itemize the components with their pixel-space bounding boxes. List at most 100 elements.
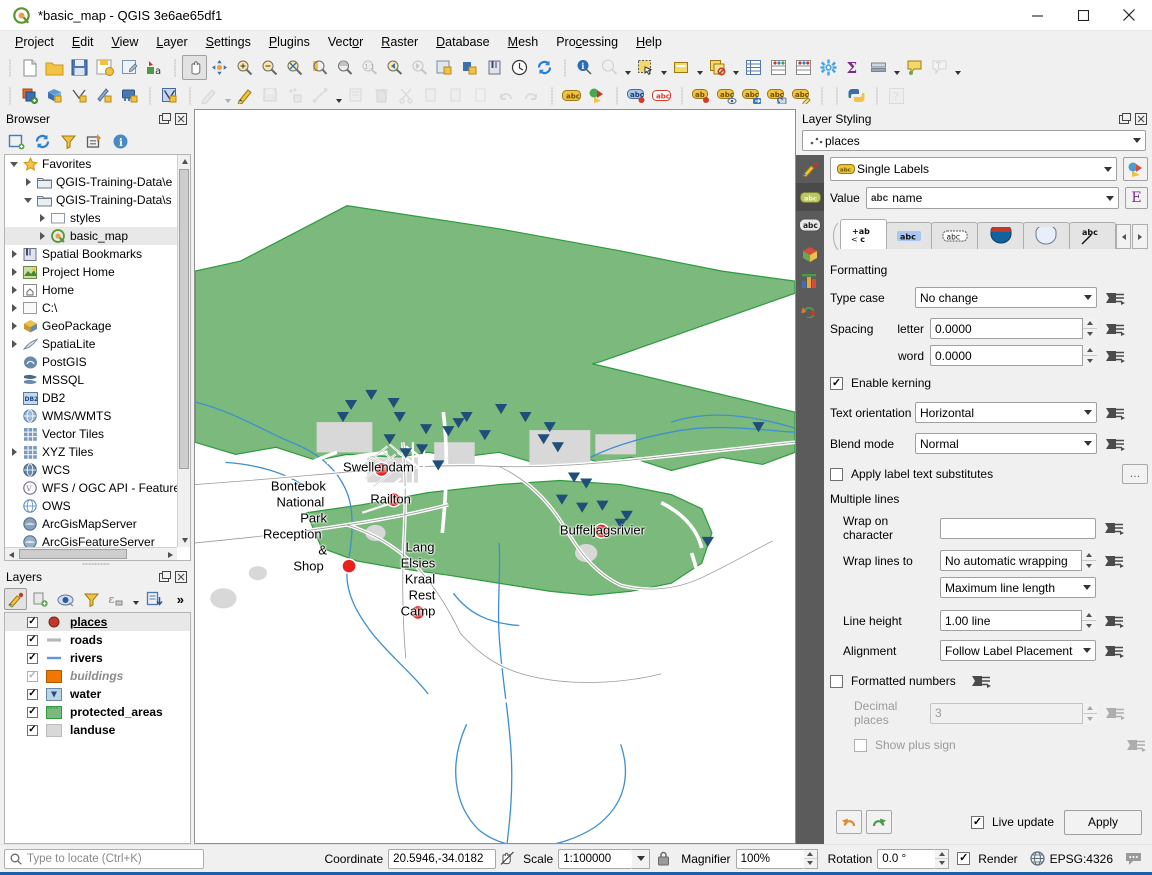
letter-spin-up-icon[interactable] [1083,318,1097,329]
blend-mode-dropdown-arrow-icon[interactable] [1079,434,1096,453]
layer-list-item[interactable]: roads [5,631,190,649]
label-settings-button[interactable] [1123,157,1148,181]
zoom-in-icon[interactable] [232,55,257,80]
current-edits-icon[interactable] [197,83,222,108]
3d-view-tab[interactable] [796,239,824,267]
layer-list-item[interactable]: protected_areas [5,703,190,721]
layer-visibility-checkbox[interactable] [27,707,38,718]
close-button[interactable] [1106,0,1152,31]
tree-expander-icon[interactable] [21,173,35,191]
save-project-as-icon[interactable] [92,55,117,80]
browser-horizontal-scrollbar[interactable] [5,547,177,560]
show-map-tips-icon[interactable] [866,55,891,80]
browser-tree-item[interactable]: QGIS-Training-Data\s [5,191,177,209]
refresh-icon[interactable] [532,55,557,80]
letter-spacing-data-defined-override-icon[interactable] [1104,319,1127,339]
add-raster-layer-icon[interactable] [42,83,67,108]
lock-icon[interactable] [650,851,676,866]
alignment-dropdown-arrow-icon[interactable] [1078,641,1095,660]
cut-features-icon[interactable] [394,83,419,108]
line-height-data-defined-override-icon[interactable] [1103,611,1126,631]
browser-tree-item[interactable]: ArcGisMapServer [5,515,177,533]
delete-selected-icon[interactable] [369,83,394,108]
magnifier-spin-down-icon[interactable] [804,859,817,868]
expression-button[interactable]: Ε [1125,187,1148,209]
new-print-layout-icon[interactable] [117,55,142,80]
word-spacing-stepper[interactable] [1082,345,1097,366]
locator-search[interactable]: Type to locate (Ctrl+K) [4,849,204,869]
labels-tab[interactable]: abc [796,183,824,211]
annotation-icon[interactable] [902,55,927,80]
open-project-icon[interactable] [42,55,67,80]
zoom-out-icon[interactable] [257,55,282,80]
layer-styling-close-button[interactable] [1134,112,1148,126]
measure-icon[interactable] [597,55,622,80]
word-spacing-data-defined-override-icon[interactable] [1104,346,1127,366]
abacus-icon[interactable] [791,55,816,80]
menu-edit[interactable]: Edit [63,33,103,51]
scroll-left-arrow-icon[interactable] [5,548,18,561]
browser-tree-item[interactable]: VWFS / OGC API - Feature [5,479,177,497]
add-layer-icon[interactable] [4,130,28,152]
wrap-lines-to-input[interactable]: No automatic wrapping [940,550,1081,571]
letter-spin-down-icon[interactable] [1083,329,1097,339]
crs-globe-icon[interactable] [1026,851,1050,866]
pin-labels-icon[interactable]: ab [689,83,714,108]
filter-legend-expression-icon[interactable]: ε [105,588,128,610]
refresh-icon[interactable] [30,130,54,152]
type-case-data-defined-override-icon[interactable] [1104,288,1127,308]
background-tab[interactable] [1023,222,1070,249]
layer-visibility-checkbox[interactable] [27,689,38,700]
select-value-dropdown-arrow-icon[interactable] [730,55,741,80]
decimal-spin-down-icon[interactable] [1083,714,1097,724]
menu-mesh[interactable]: Mesh [499,33,548,51]
tree-expander-icon[interactable] [7,155,21,173]
enable-kerning-row[interactable]: Enable kerning [830,376,1148,390]
menu-layer[interactable]: Layer [147,33,196,51]
measure-dropdown-arrow-icon[interactable] [622,55,633,80]
show-plus-sign-row[interactable]: Show plus sign [830,735,1148,755]
menu-processing[interactable]: Processing [547,33,627,51]
properties-icon[interactable]: i [108,130,132,152]
crs-label[interactable]: EPSG:4326 [1050,852,1113,866]
text-orientation-data-defined-override-icon[interactable] [1104,403,1127,423]
tree-expander-icon[interactable] [7,317,21,335]
formatted-numbers-checkbox[interactable] [830,675,843,688]
line-height-input[interactable]: 1.00 line [940,610,1081,631]
more-icon[interactable]: » [169,588,192,610]
alignment-data-defined-override-icon[interactable] [1103,641,1126,661]
show-plus-sign-data-defined-override-icon[interactable] [1125,735,1148,755]
browser-tree-item[interactable]: MSSQL [5,371,177,389]
type-case-dropdown-arrow-icon[interactable] [1079,288,1096,307]
decimal-places-input[interactable]: 3 [930,703,1082,724]
rotation-value[interactable]: 0.0 ° [877,849,935,869]
new-3d-map-view-icon[interactable] [457,55,482,80]
line-height-spin-up-icon[interactable] [1082,610,1096,621]
browser-tree-item[interactable]: styles [5,209,177,227]
scale-value[interactable]: 1:100000 [558,849,632,869]
open-layer-styling-icon[interactable] [4,588,27,610]
label-toolbar-icon[interactable]: abc [559,83,584,108]
layers-float-button[interactable] [158,570,172,584]
add-virtual-layer-icon[interactable] [157,83,182,108]
wrap-lines-spin-up-icon[interactable] [1082,550,1096,561]
value-field-combo[interactable]: abc name [866,187,1119,209]
decimal-places-data-defined-override-icon[interactable] [1104,703,1127,723]
tree-expander-icon[interactable] [7,245,21,263]
deselect-icon[interactable] [669,55,694,80]
temporal-controller-icon[interactable] [507,55,532,80]
save-project-icon[interactable] [67,55,92,80]
save-layer-edits-icon[interactable] [258,83,283,108]
pan-to-selection-icon[interactable] [207,55,232,80]
pan-map-icon[interactable] [182,55,207,80]
apply-button[interactable]: Apply [1064,810,1142,835]
layer-list-item[interactable]: rivers [5,649,190,667]
layer-visibility-checkbox[interactable] [27,671,38,682]
layer-list-item[interactable]: buildings [5,667,190,685]
menu-settings[interactable]: Settings [197,33,260,51]
identify-features-icon[interactable]: i [572,55,597,80]
type-case-combo[interactable]: No change [915,287,1097,308]
value-field-dropdown-arrow-icon[interactable] [1101,188,1118,208]
browser-tree-item[interactable]: basic_map [5,227,177,245]
browser-tree-item[interactable]: XYZ Tiles [5,443,177,461]
